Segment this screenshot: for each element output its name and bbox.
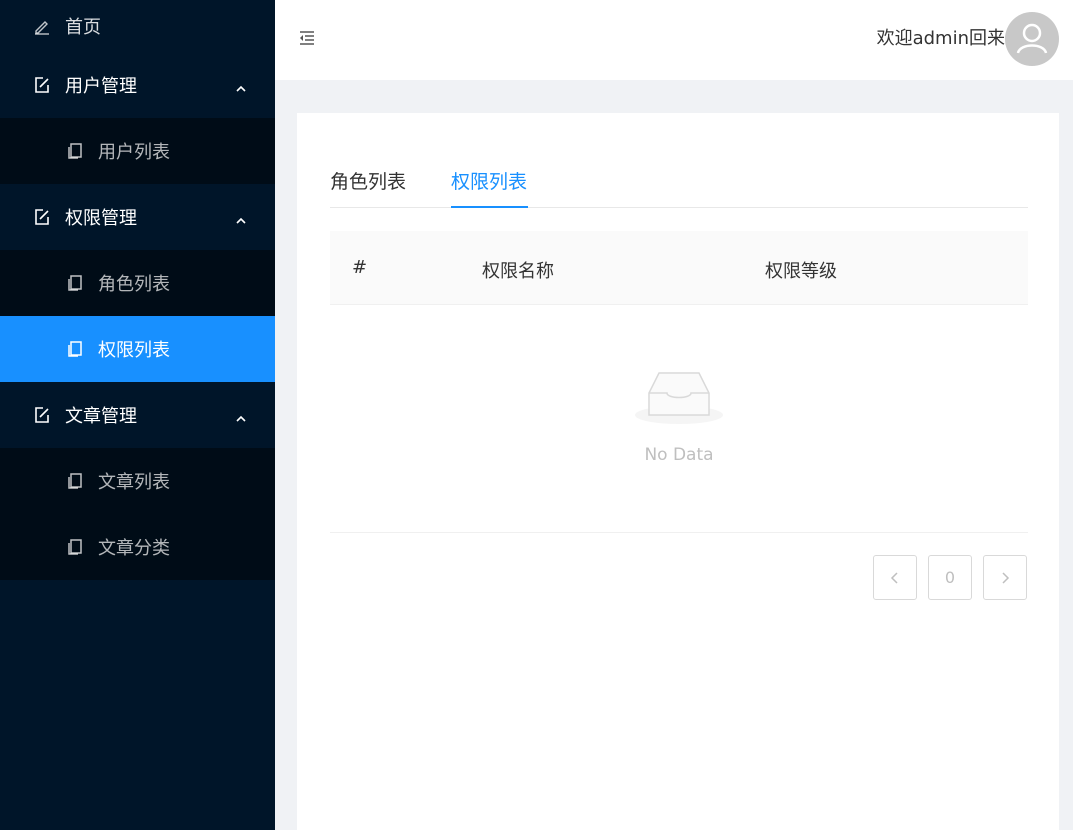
sidebar-item-label: 文章分类 [98,538,170,559]
prev-page-button[interactable] [873,555,917,600]
current-page[interactable]: 0 [928,555,972,600]
menu-group-label: 文章管理 [65,406,137,427]
avatar[interactable] [1005,12,1059,66]
sidebar-item-label: 角色列表 [98,274,170,295]
welcome-text: 欢迎admin回来 [876,28,1005,49]
pencil-icon [33,17,51,35]
column-header-permission-name: 权限名称 [482,261,554,282]
copy-icon [67,538,83,556]
content-card: 角色列表 权限列表 # 权限名称 权限等级 No Data 0 [297,113,1059,830]
menu-group-permission-management[interactable]: 权限管理 [0,184,275,250]
copy-icon [67,274,83,292]
sidebar-item-permission-list[interactable]: 权限列表 [0,316,275,382]
chevron-up-icon [235,79,247,92]
edit-icon [33,406,51,424]
copy-icon [67,340,83,358]
chevron-up-icon [235,409,247,422]
submenu-permission-management: 角色列表 权限列表 [0,250,275,382]
edit-icon [33,208,51,226]
sidebar-item-article-category[interactable]: 文章分类 [0,514,275,580]
copy-icon [67,472,83,490]
user-icon [1016,23,1048,54]
header: 欢迎admin回来 [275,0,1073,80]
edit-icon [33,76,51,94]
menu-item-label: 首页 [65,17,101,38]
column-header-index: # [352,257,368,278]
submenu-user-management: 用户列表 [0,118,275,184]
column-header-permission-level: 权限等级 [765,261,837,282]
next-page-button[interactable] [983,555,1027,600]
menu-group-label: 用户管理 [65,76,137,97]
empty-inbox-icon [633,365,725,435]
menu-group-article-management[interactable]: 文章管理 [0,382,275,448]
menu-group-label: 权限管理 [65,208,137,229]
tab-active-indicator [451,206,528,208]
sidebar-item-user-list[interactable]: 用户列表 [0,118,275,184]
tab-permission-list[interactable]: 权限列表 [451,167,527,194]
menu-fold-icon[interactable] [297,28,317,48]
chevron-right-icon [1002,571,1010,584]
sidebar-item-role-list[interactable]: 角色列表 [0,250,275,316]
copy-icon [67,142,83,160]
menu-group-user-management[interactable]: 用户管理 [0,52,275,118]
menu-item-home[interactable]: 首页 [0,0,275,52]
empty-state: No Data [330,305,1028,533]
sidebar-item-label: 权限列表 [98,340,170,361]
empty-text: No Data [644,445,714,465]
tab-role-list[interactable]: 角色列表 [330,167,406,194]
sidebar-item-article-list[interactable]: 文章列表 [0,448,275,514]
chevron-left-icon [890,571,898,584]
submenu-article-management: 文章列表 文章分类 [0,448,275,580]
sidebar: 首页 用户管理 用户列表 权限管理 角色列表 权限列表 文章管理 文章列表 文章… [0,0,275,830]
tab-bar: 角色列表 权限列表 [330,159,1028,208]
chevron-up-icon [235,211,247,224]
sidebar-item-label: 文章列表 [98,472,170,493]
sidebar-item-label: 用户列表 [98,142,170,163]
table-header: # 权限名称 权限等级 [330,231,1028,305]
